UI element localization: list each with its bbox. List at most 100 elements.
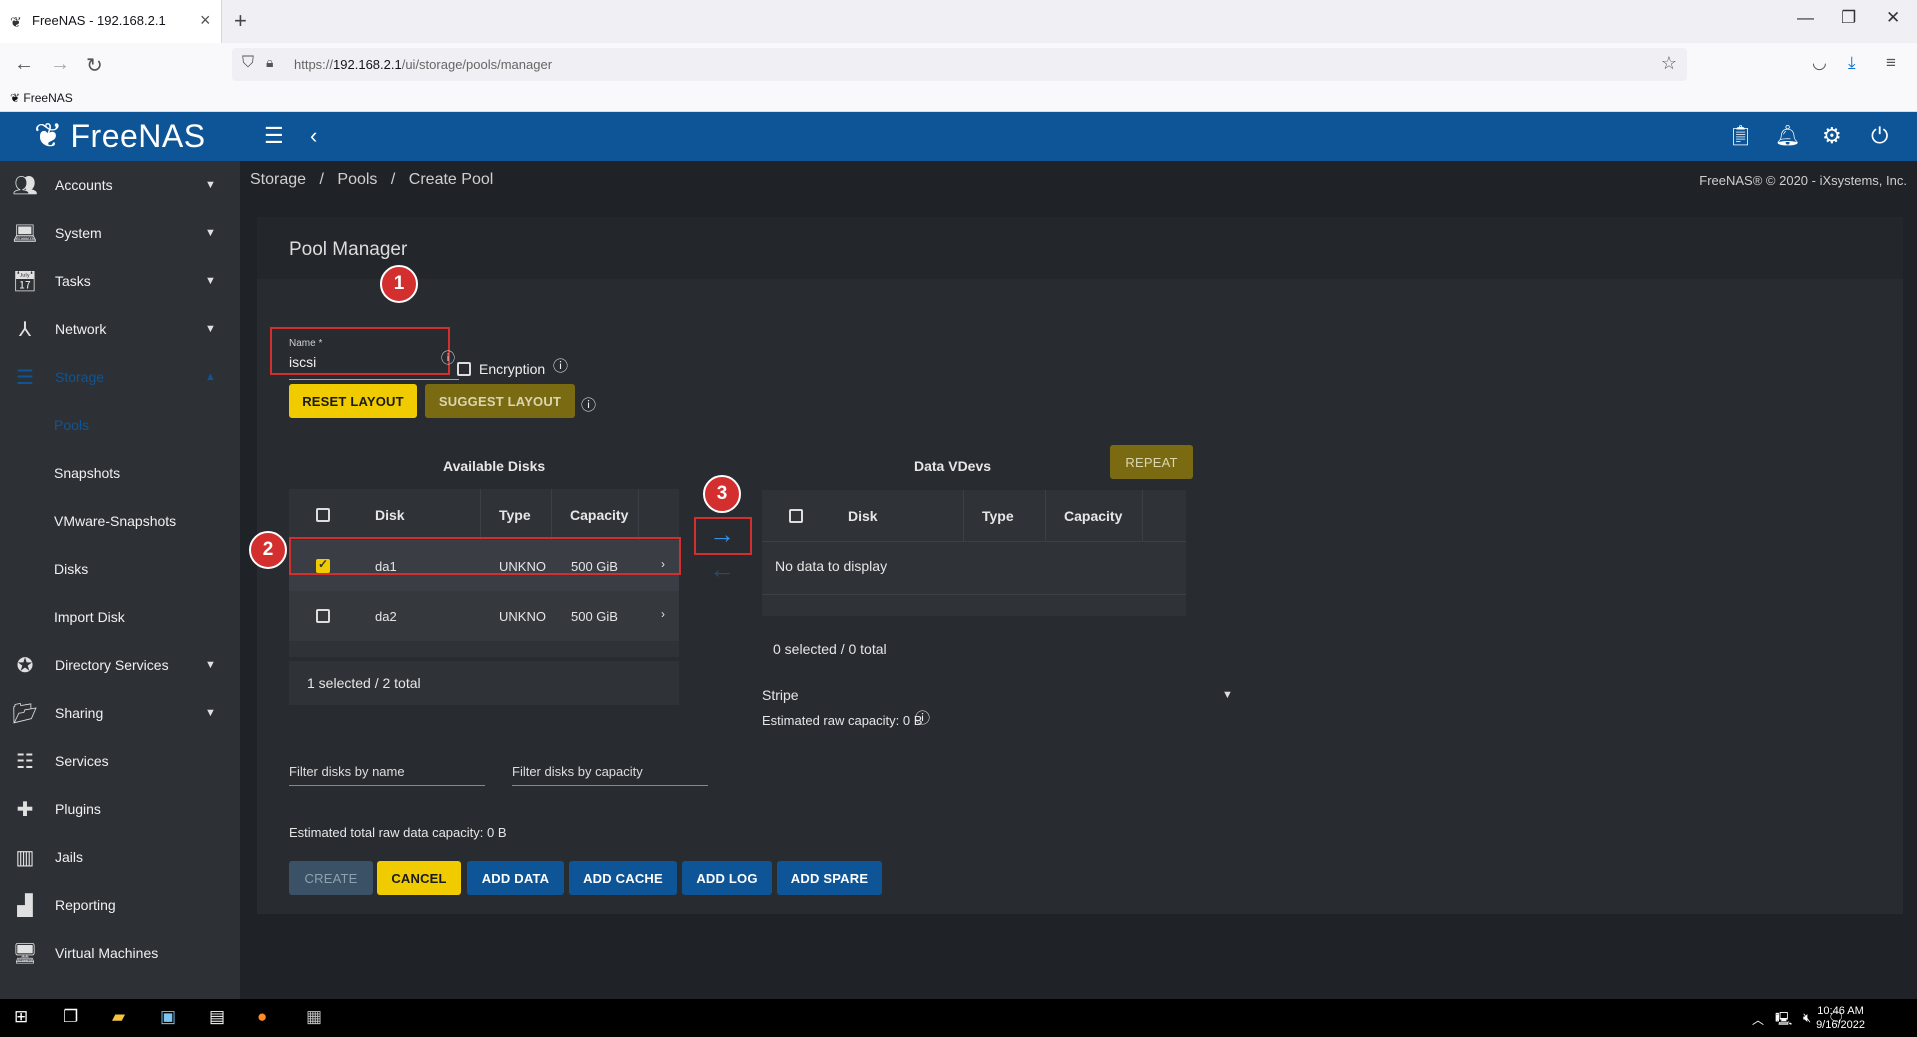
reset-layout-button[interactable]: RESET LAYOUT: [289, 384, 417, 418]
name-input[interactable]: iscsi: [289, 354, 316, 370]
download-icon[interactable]: ⤓: [1848, 53, 1856, 73]
chart-icon: ▟: [17, 894, 33, 917]
collapse-chevron-icon[interactable]: ‹: [310, 123, 317, 149]
sidebar-item-accounts[interactable]: 👥︎ Accounts ▼: [0, 161, 240, 209]
minimize-icon[interactable]: —: [1797, 8, 1814, 28]
col-type[interactable]: Type: [499, 507, 531, 523]
reload-icon[interactable]: ↻: [86, 53, 103, 78]
task-view-icon[interactable]: ❐: [63, 1007, 78, 1027]
vdev-type-select[interactable]: Stripe ▼: [762, 687, 1234, 711]
bookmark-freenas[interactable]: ❦ FreeNAS: [10, 91, 73, 105]
sidebar-item-network[interactable]: ⅄ Network ▼: [0, 305, 240, 353]
table-header: Disk Type Capacity: [289, 489, 679, 541]
volume-muted-icon[interactable]: 🔇︎: [1803, 1010, 1811, 1026]
encryption-help-icon[interactable]: ⓘ: [553, 355, 568, 376]
new-tab-button[interactable]: +: [234, 8, 247, 34]
close-tab-icon[interactable]: ×: [200, 10, 211, 31]
col-capacity[interactable]: Capacity: [1064, 508, 1122, 524]
app-icon[interactable]: ▦: [306, 1007, 322, 1027]
select-all-checkbox[interactable]: [316, 508, 330, 522]
sidebar-item-snapshots[interactable]: Snapshots: [0, 449, 240, 497]
menu-icon[interactable]: ≡: [1886, 53, 1896, 73]
add-spare-button[interactable]: ADD SPARE: [777, 861, 882, 895]
vdev-select-all-checkbox[interactable]: [789, 509, 803, 523]
add-cache-button[interactable]: ADD CACHE: [569, 861, 677, 895]
terminal-icon[interactable]: ▤: [209, 1007, 225, 1027]
column-divider: [638, 489, 639, 541]
cancel-button[interactable]: CANCEL: [377, 861, 461, 895]
sidebar-item-jails[interactable]: ▥ Jails: [0, 833, 240, 881]
system-clock[interactable]: 10:46 AM 9/16/2022: [1816, 1004, 1865, 1032]
sidebar-item-pools[interactable]: Pools: [0, 401, 240, 449]
move-left-arrow-icon[interactable]: ←: [709, 554, 735, 585]
help-icon[interactable]: ⓘ: [441, 348, 455, 368]
encryption-checkbox[interactable]: [457, 362, 471, 376]
power-icon[interactable]: ⏻: [1871, 123, 1888, 149]
col-disk[interactable]: Disk: [848, 508, 878, 524]
breadcrumb: Storage / Pools / Create Pool: [250, 171, 494, 188]
suggest-layout-button[interactable]: SUGGEST LAYOUT: [425, 384, 575, 418]
windows-start-icon[interactable]: ⊞: [14, 1007, 28, 1027]
sidebar-item-import-disk[interactable]: Import Disk: [0, 593, 240, 641]
sidebar-item-directory-services[interactable]: ✪ Directory Services ▼: [0, 641, 240, 689]
bookmark-star-icon[interactable]: ☆: [1661, 53, 1677, 74]
filter-by-name-input[interactable]: Filter disks by name: [289, 760, 485, 786]
url-bar[interactable]: ⛉ 🔒︎ https://192.168.2.1/ui/storage/pool…: [232, 48, 1687, 81]
move-right-arrow-icon[interactable]: →: [709, 519, 735, 550]
layout-help-icon[interactable]: ⓘ: [581, 394, 596, 415]
sidebar-item-services[interactable]: ☷ Services: [0, 737, 240, 785]
row-checkbox[interactable]: [316, 609, 330, 623]
shield-icon[interactable]: ⛉: [242, 54, 254, 72]
url-text[interactable]: https://192.168.2.1/ui/storage/pools/man…: [294, 57, 552, 72]
pocket-icon[interactable]: ◡: [1812, 53, 1827, 73]
sidebar-item-tasks[interactable]: 📅︎ Tasks ▼: [0, 257, 240, 305]
restore-icon[interactable]: ❐: [1841, 8, 1856, 28]
name-label: Name *: [289, 338, 323, 349]
sidebar-item-storage[interactable]: ☰ Storage ▲: [0, 353, 240, 401]
gear-icon[interactable]: ⚙: [1822, 123, 1842, 149]
close-window-icon[interactable]: ✕: [1886, 8, 1900, 28]
freenas-logo[interactable]: ❦ FreeNAS: [34, 116, 206, 156]
sidebar-label: Virtual Machines: [55, 945, 159, 961]
tray-chevron-icon[interactable]: ︿: [1752, 1011, 1764, 1028]
col-type[interactable]: Type: [982, 508, 1014, 524]
col-capacity[interactable]: Capacity: [570, 507, 628, 523]
caret-down-icon: ▼: [205, 659, 216, 671]
sidebar-label: Accounts: [55, 177, 113, 193]
lock-icon[interactable]: 🔒︎: [266, 54, 273, 71]
forward-icon[interactable]: →: [50, 53, 70, 76]
network-tray-icon[interactable]: 🖳︎: [1775, 1010, 1792, 1032]
sidebar-item-system[interactable]: 💻︎ System ▼: [0, 209, 240, 257]
col-disk[interactable]: Disk: [375, 507, 405, 523]
firefox-icon[interactable]: ●: [257, 1007, 267, 1027]
back-icon[interactable]: ←: [14, 53, 34, 76]
hamburger-menu-icon[interactable]: ☰: [264, 123, 284, 149]
bell-icon[interactable]: 🔔︎: [1775, 123, 1800, 148]
breadcrumb-storage[interactable]: Storage: [250, 171, 306, 188]
add-log-button[interactable]: ADD LOG: [682, 861, 772, 895]
table-row[interactable]: da2 UNKNO 500 GiB ›: [289, 591, 679, 641]
available-disks-title: Available Disks: [443, 458, 546, 474]
repeat-button[interactable]: REPEAT: [1110, 445, 1193, 479]
sidebar-item-sharing[interactable]: 📂︎ Sharing ▼: [0, 689, 240, 737]
browser-tab[interactable]: ❦ FreeNAS - 192.168.2.1 ×: [0, 0, 222, 43]
sidebar-item-disks[interactable]: Disks: [0, 545, 240, 593]
jail-icon: ▥: [15, 846, 35, 869]
sidebar-item-reporting[interactable]: ▟ Reporting: [0, 881, 240, 929]
no-data-text: No data to display: [775, 558, 888, 574]
sidebar-item-plugins[interactable]: ✚ Plugins: [0, 785, 240, 833]
clipboard-icon[interactable]: 📋︎: [1728, 123, 1753, 148]
add-data-button[interactable]: ADD DATA: [467, 861, 564, 895]
raw-capacity-help-icon[interactable]: ⓘ: [915, 707, 930, 728]
expand-chevron-icon[interactable]: ›: [661, 607, 665, 621]
card-header: Pool Manager: [257, 217, 1903, 279]
available-selected-count: 1 selected / 2 total: [307, 675, 421, 691]
create-button[interactable]: CREATE: [289, 861, 373, 895]
server-manager-icon[interactable]: ▣: [160, 1007, 176, 1027]
filter-by-capacity-input[interactable]: Filter disks by capacity: [512, 760, 708, 786]
breadcrumb-pools[interactable]: Pools: [337, 171, 377, 188]
file-explorer-icon[interactable]: ▰: [112, 1007, 125, 1027]
sidebar-item-vmware-snapshots[interactable]: VMware-Snapshots: [0, 497, 240, 545]
sidebar-item-virtual-machines[interactable]: 🖥︎ Virtual Machines: [0, 929, 240, 977]
name-field[interactable]: Name * iscsi ⓘ: [289, 338, 459, 380]
